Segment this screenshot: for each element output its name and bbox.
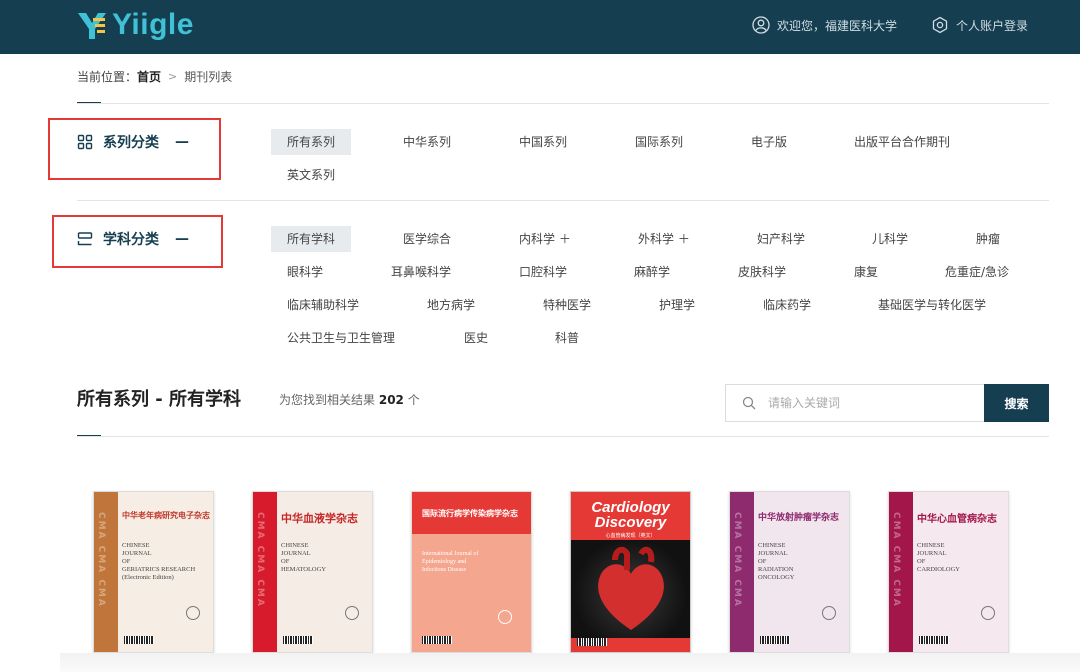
series-filter-electronic[interactable]: 电子版 [735, 129, 803, 155]
journal-title-cn: 中华老年病研究电子杂志 [122, 510, 210, 520]
breadcrumb-prefix: 当前位置： [77, 70, 138, 84]
divider [77, 200, 1049, 201]
cover-strip: CMA CMA CMA [889, 492, 913, 652]
barcode-icon [283, 636, 313, 644]
barcode-icon [760, 636, 790, 644]
journal-title-en: CHINESE JOURNAL OF HEMATOLOGY [281, 542, 327, 573]
cover-strip-text: CMA CMA CMA [891, 512, 901, 608]
subject-filter-stomatology[interactable]: 口腔科学 [503, 259, 583, 285]
journal-title-en: CHINESE JOURNAL OF GERIATRICS RESEARCH (… [122, 542, 196, 581]
search-icon [742, 396, 756, 410]
result-count-prefix: 为您找到相关结果 [279, 393, 376, 407]
bottom-panel-edge [60, 653, 1080, 672]
publisher-seal-icon [981, 606, 995, 620]
journal-title-cn: 国际流行病学传染病学杂志 [422, 508, 518, 518]
heart-icon [598, 546, 664, 630]
breadcrumb: 当前位置： 首页 > 期刊列表 [77, 68, 232, 85]
journal-cover-geriatrics[interactable]: CMA CMA CMA 中华老年病研究电子杂志 CHINESE JOURNAL … [93, 491, 214, 653]
cover-strip: CMA CMA CMA [94, 492, 118, 652]
subject-filter-anesthesiology[interactable]: 麻醉学 [618, 259, 686, 285]
subject-filter-general[interactable]: 医学综合 [387, 226, 467, 252]
subject-filter-public-health[interactable]: 公共卫生与卫生管理 [271, 325, 411, 351]
result-title: 所有系列 - 所有学科 [77, 389, 242, 410]
divider [77, 103, 1049, 104]
subject-filter-all[interactable]: 所有学科 [271, 226, 352, 252]
journal-cover-hematology[interactable]: CMA CMA CMA 中华血液学杂志 CHINESE JOURNAL OF H… [252, 491, 373, 653]
subject-highlight-box [52, 215, 223, 268]
journal-title-cn: 中华血液学杂志 [281, 512, 358, 525]
series-filter-english[interactable]: 英文系列 [271, 162, 351, 188]
subject-filter-dermatology[interactable]: 皮肤科学 [722, 259, 802, 285]
journal-title-en: Cardiology Discovery [591, 499, 670, 531]
result-count: 为您找到相关结果 202 个 [279, 391, 420, 408]
journal-title-en: CHINESE JOURNAL OF RADIATION ONCOLOGY [758, 542, 795, 581]
subject-filter-internal-medicine[interactable]: 内科学 ＋ [503, 226, 587, 252]
subject-filter-rehabilitation[interactable]: 康复 [838, 259, 894, 285]
subject-filter-pediatrics[interactable]: 儿科学 [856, 226, 924, 252]
publisher-seal-icon [822, 606, 836, 620]
login-text: 个人账户登录 [956, 18, 1029, 33]
series-filter-international[interactable]: 国际系列 [619, 129, 699, 155]
subject-filter-clinical-auxiliary[interactable]: 临床辅助科学 [271, 292, 375, 318]
heart-image [571, 540, 690, 638]
breadcrumb-home-link[interactable]: 首页 [137, 68, 161, 85]
barcode-icon [422, 636, 452, 644]
subject-filter-endemic[interactable]: 地方病学 [411, 292, 491, 318]
subject-filter-popular-science[interactable]: 科普 [539, 325, 595, 351]
subject-filter-ophthalmology[interactable]: 眼科学 [271, 259, 339, 285]
logo-text: Yiigle [112, 8, 194, 41]
cover-strip-text: CMA CMA CMA [255, 512, 265, 608]
series-filter-all[interactable]: 所有系列 [271, 129, 352, 155]
search-input[interactable] [768, 396, 968, 410]
hexagon-settings-icon [932, 16, 948, 34]
subject-filter-oncology[interactable]: 肿瘤 [960, 226, 1016, 252]
search-button[interactable]: 搜索 [984, 384, 1049, 422]
subject-filter-special-medicine[interactable]: 特种医学 [527, 292, 607, 318]
barcode-icon [919, 636, 949, 644]
journal-cover-radiation-oncology[interactable]: CMA CMA CMA 中华放射肿瘤学杂志 CHINESE JOURNAL OF… [729, 491, 850, 653]
series-filter-partner[interactable]: 出版平台合作期刊 [838, 129, 966, 155]
journal-title-cn: 中华放射肿瘤学杂志 [758, 513, 840, 523]
subject-filter-medical-history[interactable]: 医史 [448, 325, 504, 351]
top-bar: Yiigle 欢迎您，福建医科大学 个人账户登录 [0, 0, 1080, 54]
user-icon [752, 16, 770, 34]
account-login-link[interactable]: 个人账户登录 [931, 16, 1028, 34]
logo[interactable]: Yiigle [76, 9, 194, 41]
journal-cover-cardiology-discovery[interactable]: Cardiology Discovery 心血管病发现（英文） [570, 491, 691, 653]
journal-subtitle-cn: 心血管病发现（英文） [605, 533, 656, 539]
search-box [725, 384, 985, 422]
journal-title-en: CHINESE JOURNAL OF CARDIOLOGY [917, 542, 960, 573]
divider [77, 436, 1049, 437]
cover-strip-text: CMA CMA CMA [96, 512, 106, 608]
subject-filter-ent[interactable]: 耳鼻喉科学 [375, 259, 467, 285]
subject-filter-clinical-pharmacy[interactable]: 临床药学 [747, 292, 827, 318]
subject-filter-obstetrics[interactable]: 妇产科学 [741, 226, 821, 252]
journal-cover-cardiology[interactable]: CMA CMA CMA 中华心血管病杂志 CHINESE JOURNAL OF … [888, 491, 1009, 653]
journal-title-en: International Journal of Epidemiology an… [422, 551, 479, 573]
logo-icon [78, 13, 106, 39]
subject-filter-critical-care[interactable]: 危重症/急诊 [929, 259, 1025, 285]
barcode-icon [577, 638, 607, 646]
series-highlight-box [48, 118, 221, 180]
series-filter-zhonghua[interactable]: 中华系列 [387, 129, 467, 155]
cover-strip: CMA CMA CMA [730, 492, 754, 652]
publisher-seal-icon [498, 610, 512, 624]
welcome-user[interactable]: 欢迎您，福建医科大学 [752, 16, 897, 34]
welcome-text: 欢迎您，福建医科大学 [777, 18, 898, 33]
breadcrumb-current: 期刊列表 [184, 70, 233, 84]
cover-strip-text: CMA CMA CMA [732, 512, 742, 608]
subject-filter-nursing[interactable]: 护理学 [643, 292, 711, 318]
series-filter-zhongguo[interactable]: 中国系列 [503, 129, 583, 155]
result-count-suffix: 个 [407, 393, 420, 407]
journal-cover-epidemiology[interactable]: 国际流行病学传染病学杂志 International Journal of Ep… [411, 491, 532, 653]
barcode-icon [124, 636, 154, 644]
journal-title-cn: 中华心血管病杂志 [917, 514, 997, 525]
subject-filter-surgery[interactable]: 外科学 ＋ [622, 226, 706, 252]
result-count-number: 202 [378, 393, 404, 407]
cover-strip: CMA CMA CMA [253, 492, 277, 652]
publisher-seal-icon [186, 606, 200, 620]
subject-filter-basic-translational[interactable]: 基础医学与转化医学 [862, 292, 1002, 318]
publisher-seal-icon [345, 606, 359, 620]
chevron-right-icon: > [168, 70, 178, 83]
